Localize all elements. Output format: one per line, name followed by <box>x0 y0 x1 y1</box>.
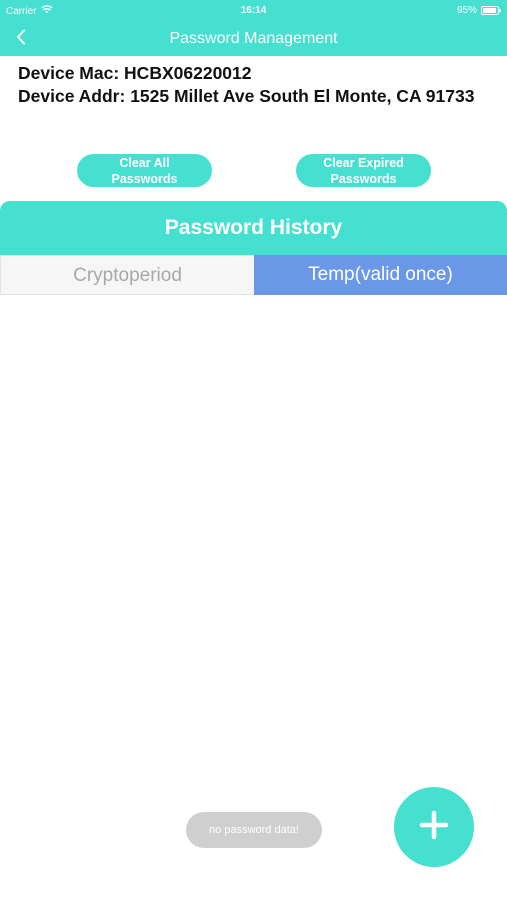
device-addr-row: Device Addr: 1525 Millet Ave South El Mo… <box>18 85 488 108</box>
clear-all-label-line1: Clear All <box>119 155 170 170</box>
device-mac-value: HCBX06220012 <box>124 63 252 83</box>
device-addr-label: Device Addr: <box>18 86 126 106</box>
battery-percent: 95% <box>456 5 477 16</box>
clear-expired-passwords-button[interactable]: Clear Expired Passwords <box>296 154 431 187</box>
device-mac-row: Device Mac: HCBX06220012 <box>18 62 488 85</box>
clear-expired-label-line1: Clear Expired <box>323 155 404 170</box>
add-password-button[interactable] <box>394 787 474 867</box>
device-mac-label: Device Mac: <box>18 63 120 83</box>
device-info: Device Mac: HCBX06220012 Device Addr: 15… <box>18 62 488 108</box>
status-bar: Carrier 16:14 95% <box>0 0 507 22</box>
plus-icon <box>419 810 449 845</box>
nav-bar: Password Management <box>0 22 507 56</box>
battery-group: 95% <box>456 5 501 16</box>
password-history-header: Password History <box>0 201 507 255</box>
clear-expired-label-line2: Passwords <box>330 171 397 186</box>
device-addr-value: 1525 Millet Ave South El Monte, CA 91733 <box>130 86 475 106</box>
status-time: 16:14 <box>240 5 267 16</box>
battery-icon <box>481 6 501 15</box>
clear-all-label-line2: Passwords <box>111 171 178 186</box>
history-tabs: Cryptoperiod Temp(valid once) <box>0 255 507 295</box>
clear-all-passwords-button[interactable]: Clear All Passwords <box>77 154 212 187</box>
empty-toast: no password data! <box>186 812 322 848</box>
tab-temp-valid-once[interactable]: Temp(valid once) <box>254 255 507 295</box>
page-title: Password Management <box>169 30 338 47</box>
tab-cryptoperiod[interactable]: Cryptoperiod <box>0 255 254 295</box>
app-screen: Carrier 16:14 95% Password Management De… <box>0 0 507 900</box>
